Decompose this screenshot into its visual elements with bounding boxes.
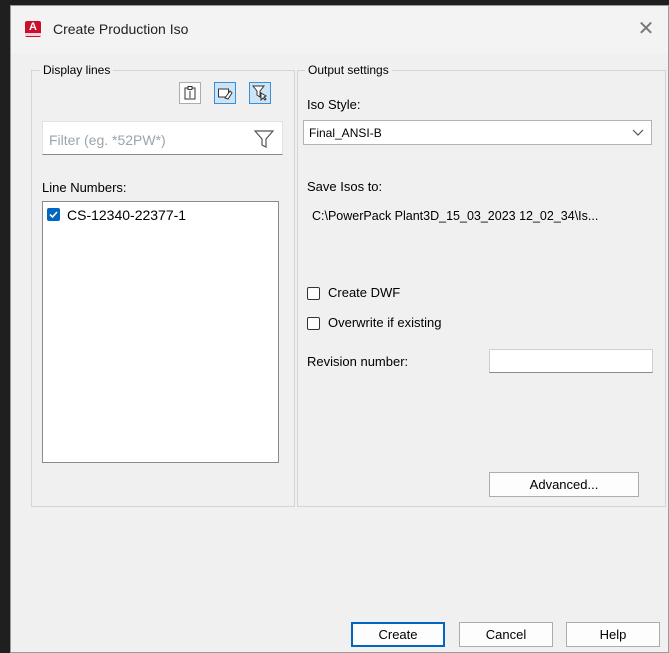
save-isos-path: C:\PowerPack Plant3D_15_03_2023 12_02_34… (312, 209, 599, 223)
iso-style-select[interactable]: Final_ANSI-B (303, 120, 652, 145)
save-isos-label: Save Isos to: (307, 179, 383, 194)
create-button[interactable]: Create (351, 622, 445, 647)
eraser-icon (218, 88, 233, 100)
close-icon[interactable]: ✕ (632, 15, 660, 43)
line-numbers-label: Line Numbers: (42, 180, 127, 195)
line-numbers-list[interactable]: CS-12340-22377-1 (42, 201, 279, 463)
filter-input[interactable]: Filter (eg. *52PW*) (42, 121, 283, 155)
window-title: Create Production Iso (53, 21, 189, 37)
help-button[interactable]: Help (566, 622, 660, 647)
iso-style-label: Iso Style: (307, 97, 361, 112)
clipboard-icon (184, 86, 196, 100)
cancel-button[interactable]: Cancel (459, 622, 553, 647)
revision-number-input[interactable] (489, 349, 653, 373)
title-bar: A Create Production Iso ✕ (11, 6, 668, 54)
chevron-down-icon (632, 129, 644, 136)
autocad-app-icon: A (25, 21, 41, 37)
erase-button[interactable] (214, 82, 236, 104)
overwrite-checkbox[interactable] (307, 317, 320, 330)
output-settings-legend: Output settings (305, 63, 392, 77)
iso-style-value: Final_ANSI-B (309, 126, 382, 140)
filter-select-icon (252, 85, 268, 101)
revision-number-label: Revision number: (307, 354, 409, 369)
filter-placeholder: Filter (eg. *52PW*) (49, 132, 166, 148)
display-lines-legend: Display lines (40, 63, 114, 77)
overwrite-label[interactable]: Overwrite if existing (328, 315, 441, 330)
funnel-icon[interactable] (254, 129, 274, 149)
line-checkbox[interactable] (47, 208, 60, 221)
advanced-button[interactable]: Advanced... (489, 472, 639, 497)
checkmark-icon (49, 211, 58, 219)
filter-select-button[interactable] (249, 82, 271, 104)
create-dwf-checkbox[interactable] (307, 287, 320, 300)
clipboard-button[interactable] (179, 82, 201, 104)
line-number-label: CS-12340-22377-1 (67, 207, 187, 223)
create-production-iso-dialog: A Create Production Iso ✕ Display lines … (10, 5, 669, 653)
create-dwf-label[interactable]: Create DWF (328, 285, 400, 300)
